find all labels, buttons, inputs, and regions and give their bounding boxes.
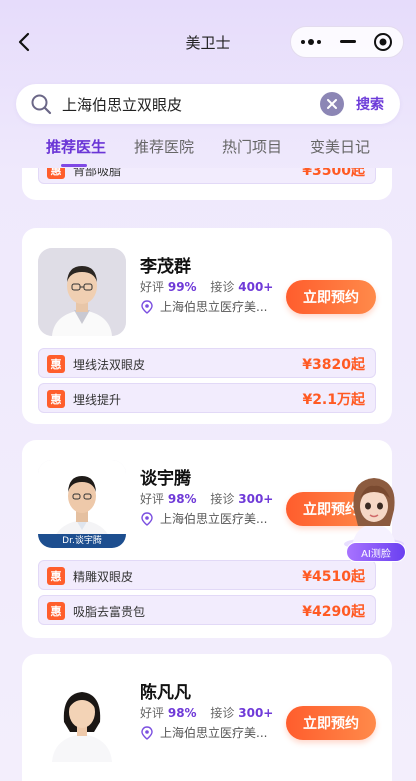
service-item[interactable]: 惠 埋线提升 ¥2.1万起 [38,383,376,413]
service-name: 精雕双眼皮 [73,570,134,584]
avatar-caption: Dr.谈宇腾 [38,534,126,548]
search-bar: 上海伯思立双眼皮 搜索 [16,84,400,124]
doctor-avatar: Dr.谈宇腾 [38,460,126,548]
hospital-name: 上海伯思立医疗美... [160,512,268,526]
rating-value: 98% [167,706,197,720]
service-item[interactable]: 惠 埋线法双眼皮 ¥3820起 [38,348,376,378]
ai-face-test-button[interactable]: AI测脸 [338,470,410,570]
doctor-card[interactable]: 李茂群 好评 99% 接诊 400+ 上海伯思立医疗美... 立即预约 惠 埋线… [22,228,392,424]
doctor-stats: 好评 98% 接诊 300+ [140,704,273,721]
rating-value: 98% [167,492,197,506]
discount-badge: 惠 [47,602,65,620]
doctor-card-partial[interactable]: 惠 背部吸脂 ¥3500起 [22,168,392,200]
more-button[interactable] [291,26,331,58]
doctor-stats: 好评 99% 接诊 400+ [140,278,273,295]
rating-value: 99% [167,280,197,294]
close-icon [327,99,337,109]
active-tab-indicator [61,164,87,167]
location-pin-icon [141,511,153,526]
service-price: ¥2.1万起 [302,392,365,408]
discount-badge: 惠 [47,168,65,179]
discount-badge: 惠 [47,567,65,585]
clear-search-button[interactable] [320,92,344,116]
tab-hot-projects[interactable]: 热门项目 [222,136,282,157]
minimize-button[interactable] [331,26,365,58]
service-name: 埋线法双眼皮 [73,358,146,372]
target-close-icon [374,33,392,51]
book-now-button[interactable]: 立即预约 [286,706,376,740]
search-button[interactable]: 搜索 [356,94,384,114]
consult-label: 接诊 [210,280,235,294]
doctor-photo [38,248,126,336]
ai-face-test-label: AI测脸 [346,542,406,562]
tab-beauty-diary[interactable]: 变美日记 [310,136,370,157]
service-item[interactable]: 惠 背部吸脂 ¥3500起 [38,168,376,184]
rating-label: 好评 [140,492,165,506]
service-name: 吸脂去富贵包 [73,605,146,619]
book-now-button[interactable]: 立即预约 [286,280,376,314]
doctor-avatar [38,248,126,336]
doctor-name: 谈宇腾 [140,469,191,489]
service-price: ¥3820起 [302,357,365,373]
tab-recommended-doctors[interactable]: 推荐医生 [46,136,106,157]
tab-recommended-hospitals[interactable]: 推荐医院 [134,136,194,157]
search-input[interactable]: 上海伯思立双眼皮 [62,94,320,115]
service-name: 埋线提升 [73,393,122,407]
consult-count: 400+ [238,280,274,294]
doctor-avatar [38,674,126,762]
consult-count: 300+ [238,706,274,720]
doctor-hospital: 上海伯思立医疗美... [140,298,267,315]
minus-icon [340,40,356,43]
doctor-stats: 好评 98% 接诊 300+ [140,490,273,507]
doctor-name: 李茂群 [140,257,191,277]
discount-badge: 惠 [47,355,65,373]
consult-count: 300+ [238,492,274,506]
hospital-name: 上海伯思立医疗美... [160,300,268,314]
ai-avatar-icon [344,478,404,550]
service-item[interactable]: 惠 精雕双眼皮 ¥4510起 [38,560,376,590]
location-pin-icon [141,299,153,314]
doctor-photo [38,674,126,762]
search-icon [31,94,52,115]
top-bar: 美卫士 [0,0,416,84]
consult-label: 接诊 [210,706,235,720]
service-item[interactable]: 惠 吸脂去富贵包 ¥4290起 [38,595,376,625]
doctor-hospital: 上海伯思立医疗美... [140,724,267,741]
hospital-name: 上海伯思立医疗美... [160,726,268,740]
close-button[interactable] [365,26,401,58]
consult-label: 接诊 [210,492,235,506]
discount-badge: 惠 [47,390,65,408]
doctor-hospital: 上海伯思立医疗美... [140,510,267,527]
rating-label: 好评 [140,280,165,294]
rating-label: 好评 [140,706,165,720]
service-name: 背部吸脂 [73,168,122,178]
location-pin-icon [141,725,153,740]
doctor-card[interactable]: Dr.谈宇腾 谈宇腾 好评 98% 接诊 300+ 上海伯思立医疗美... 立即… [22,440,392,638]
service-price: ¥4290起 [302,604,365,620]
mini-program-capsule [290,26,404,58]
doctor-card[interactable]: 陈凡凡 好评 98% 接诊 300+ 上海伯思立医疗美... 立即预约 [22,654,392,781]
more-dots-icon [301,38,321,45]
tab-bar: 推荐医生 推荐医院 热门项目 变美日记 [0,136,416,167]
service-price: ¥3500起 [302,168,365,179]
doctor-name: 陈凡凡 [140,683,191,703]
